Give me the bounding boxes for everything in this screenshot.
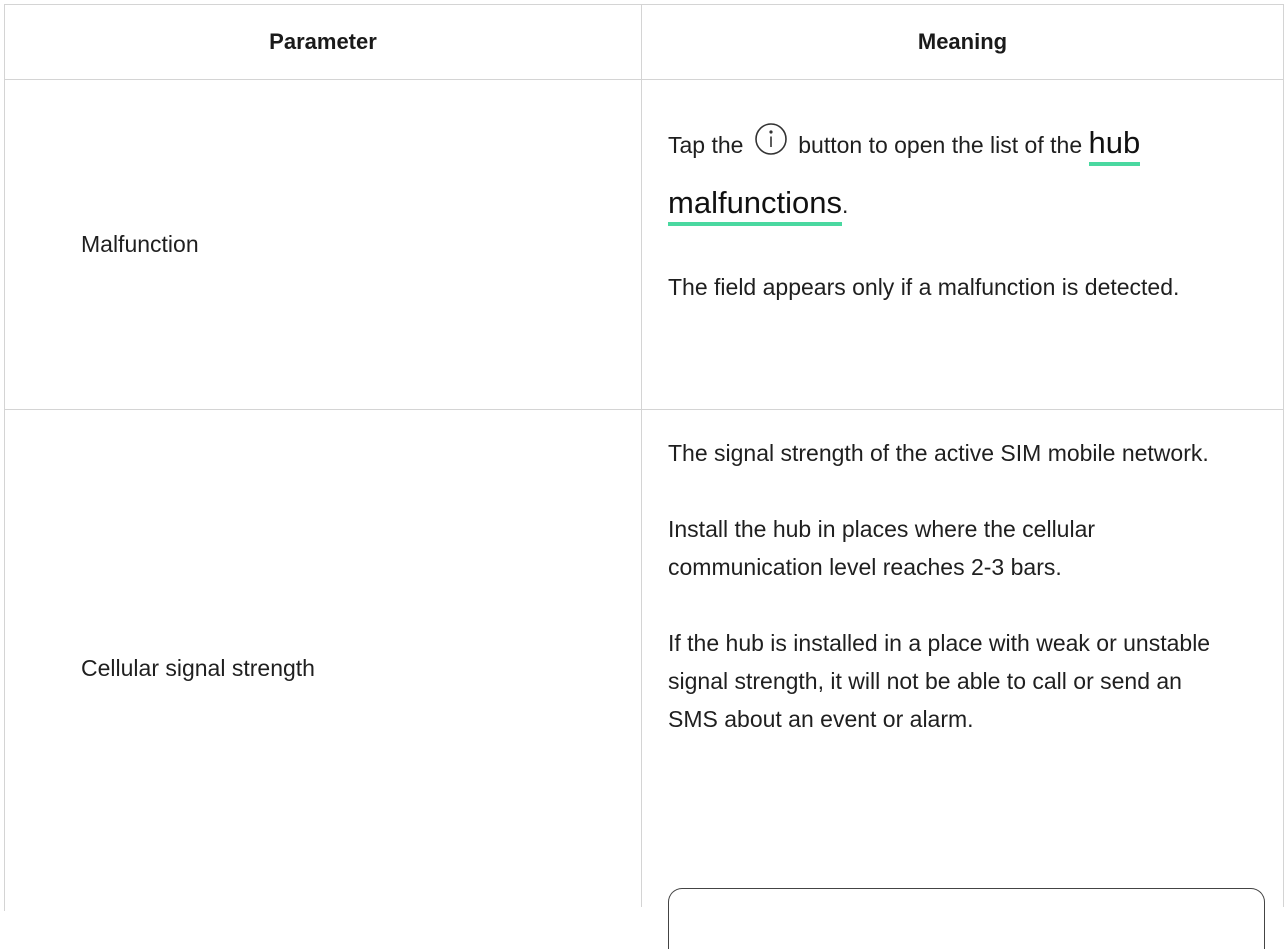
link-period: . xyxy=(842,192,849,218)
param-cellular: Cellular signal strength xyxy=(5,410,642,907)
header-meaning: Meaning xyxy=(642,5,1284,79)
table-header-row: Parameter Meaning xyxy=(5,5,1284,80)
tap-suffix: button to open the list of the xyxy=(798,132,1083,158)
header-parameter: Parameter xyxy=(5,5,642,79)
info-circle-icon xyxy=(755,123,787,155)
malfunction-note: The field appears only if a malfunction … xyxy=(668,274,1180,300)
meaning-cellular: The signal strength of the active SIM mo… xyxy=(642,410,1284,949)
tap-prefix: Tap the xyxy=(668,132,744,158)
meaning-malfunction: Tap the button to open the list of the h… xyxy=(642,80,1284,409)
cellular-paragraph-2: Install the hub in places where the cell… xyxy=(668,516,1096,580)
tap-instruction: Tap the button to open the list of the h… xyxy=(668,114,1243,234)
cellular-paragraph-3: If the hub is installed in a place with … xyxy=(668,630,1211,732)
cellular-paragraph-1: The signal strength of the active SIM mo… xyxy=(668,440,1209,466)
parameters-table: Parameter Meaning Malfunction Tap the bu… xyxy=(4,4,1284,949)
table-row-malfunction: Malfunction Tap the button to open the l… xyxy=(5,80,1284,410)
table-row-cellular: Cellular signal strength The signal stre… xyxy=(5,410,1284,949)
param-malfunction: Malfunction xyxy=(5,80,642,409)
note-box xyxy=(668,888,1265,949)
